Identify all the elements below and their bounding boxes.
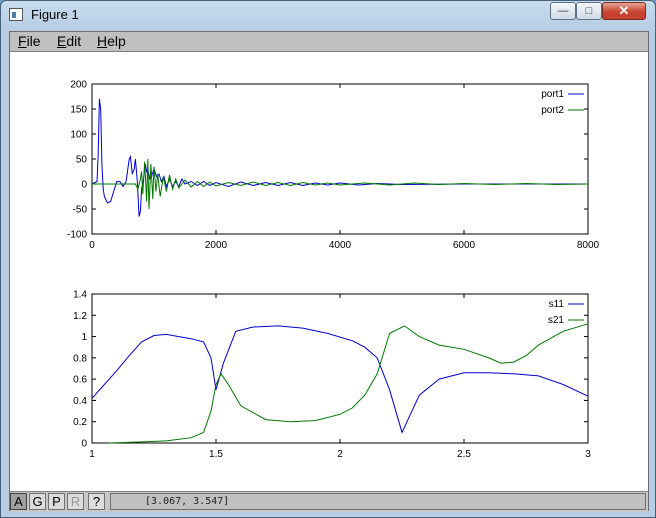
y-tick-label: -100: [67, 230, 87, 241]
x-tick-label: 1: [89, 449, 95, 460]
legend-label: s21: [548, 315, 565, 326]
time-domain-axes: 0 2000 4000 6000 8000 -100 -50 0 50 100 150 200 port…: [67, 80, 600, 252]
menu-edit[interactable]: Edit: [57, 33, 81, 49]
help-button[interactable]: ?: [88, 493, 105, 510]
x-tick-label: 4000: [329, 240, 352, 251]
grid-toggle-button[interactable]: G: [29, 493, 46, 510]
y-tick-label: 200: [70, 80, 87, 91]
title-bar[interactable]: Figure 1 — □ ✕: [1, 1, 655, 29]
x-tick-label: 2.5: [457, 449, 471, 460]
menu-file-label: ile: [26, 33, 41, 49]
menu-help[interactable]: Help: [97, 33, 126, 49]
x-tick-label: 3: [585, 449, 591, 460]
menu-edit-mnemonic: E: [57, 33, 67, 49]
y-tick-label: 50: [76, 155, 88, 166]
y-tick-label: 0: [81, 180, 87, 191]
menu-file-mnemonic: F: [18, 33, 27, 49]
rotate-button: R: [67, 493, 84, 510]
menu-bar: File Edit Help: [10, 32, 648, 52]
plot-frame: [91, 83, 589, 235]
legend-label: port2: [541, 105, 564, 116]
menu-edit-label: dit: [66, 33, 82, 49]
plot-canvas[interactable]: 0 2000 4000 6000 8000 -100 -50 0 50 100 150 200 port…: [10, 52, 648, 492]
series-line-s11: [91, 325, 589, 434]
series-line-port2: [92, 158, 589, 210]
y-tick-label: 0.8: [73, 353, 87, 364]
legend-label: port1: [541, 89, 564, 100]
y-tick-label: 150: [70, 105, 87, 116]
y-tick-label: 1.4: [73, 290, 87, 301]
app-window-icon: [9, 8, 23, 21]
menu-file[interactable]: File: [18, 33, 41, 49]
cursor-coordinates: [3.067, 3.547]: [110, 493, 646, 510]
y-tick-label: 0.6: [73, 375, 87, 386]
status-bar: A G P R ? [3.067, 3.547]: [10, 491, 648, 512]
x-tick-label: 6000: [453, 240, 476, 251]
maximize-button[interactable]: □: [576, 2, 602, 20]
y-tick-label: 0.4: [73, 396, 87, 407]
x-tick-label: 0: [89, 240, 95, 251]
y-tick-label: 0: [81, 439, 87, 450]
series-line-port1: [91, 98, 588, 217]
y-tick-label: 1: [81, 332, 87, 343]
menu-help-label: elp: [107, 33, 126, 49]
autoscale-button[interactable]: A: [10, 493, 27, 510]
figure-window: Figure 1 — □ ✕ File Edit Help 0 2000 4000 6…: [0, 0, 656, 518]
print-button[interactable]: P: [48, 493, 65, 510]
close-button[interactable]: ✕: [602, 2, 646, 20]
x-tick-label: 8000: [577, 240, 600, 251]
y-tick-label: -50: [73, 205, 88, 216]
figure-client-area: File Edit Help 0 2000 4000 6000 8000 -100 -50 0…: [9, 31, 649, 512]
y-tick-label: 100: [70, 130, 87, 141]
menu-help-mnemonic: H: [97, 33, 108, 49]
frequency-domain-axes: 1 1.5 2 2.5 3 0 0.2 0.4 0.6 0.8 1 1.2 1.4 s11 s21: [73, 290, 591, 461]
plot-frame: [91, 293, 589, 444]
x-tick-label: 2000: [205, 240, 228, 251]
window-title: Figure 1: [31, 7, 79, 22]
y-tick-label: 0.2: [73, 417, 87, 428]
legend-label: s11: [549, 299, 565, 310]
x-tick-label: 2: [337, 449, 343, 460]
x-tick-label: 1.5: [209, 449, 223, 460]
y-tick-label: 1.2: [73, 311, 87, 322]
minimize-button[interactable]: —: [550, 2, 576, 20]
series-line-s21: [109, 323, 589, 444]
